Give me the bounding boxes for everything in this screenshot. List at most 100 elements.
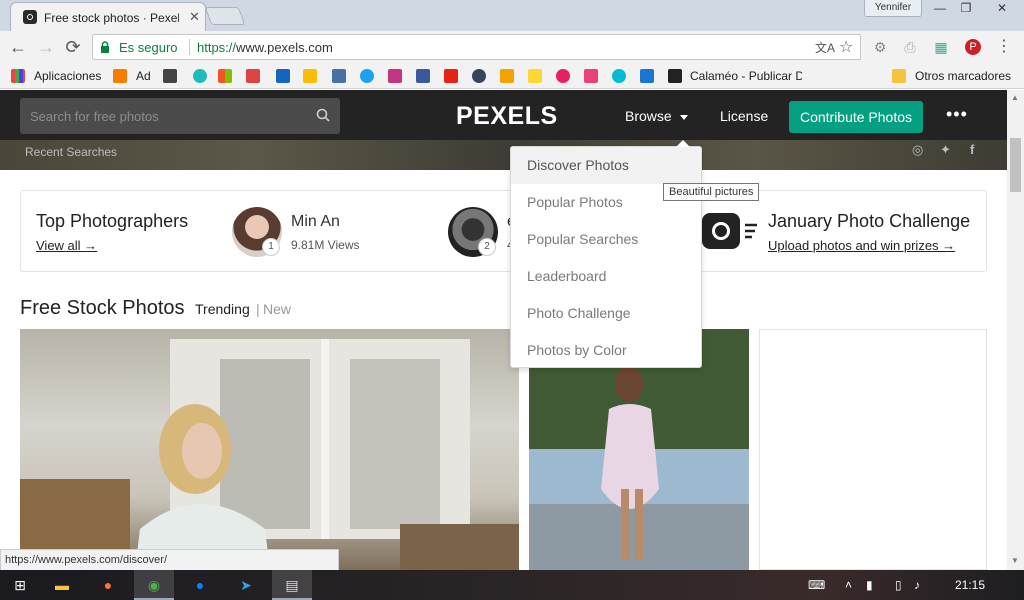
translate-icon[interactable]: 文A: [815, 39, 835, 56]
menu-item-photo-challenge[interactable]: Photo Challenge: [511, 295, 701, 332]
notepad-icon[interactable]: ▤: [272, 570, 312, 600]
chrome-icon[interactable]: ◉: [134, 570, 174, 600]
youtube-icon[interactable]: [444, 69, 458, 83]
scrollbar-thumb[interactable]: [1010, 138, 1021, 192]
license-link[interactable]: License: [720, 108, 768, 124]
address-bar[interactable]: Es seguro https://www.pexels.com 文A ☆: [92, 34, 861, 60]
bookmark-icon-11[interactable]: [640, 69, 654, 83]
browser-tab-active[interactable]: Free stock photos · Pexel ✕: [10, 2, 206, 31]
extension-pdf-icon[interactable]: ⎙: [902, 39, 918, 55]
chevron-down-icon: [679, 114, 688, 120]
forward-icon[interactable]: →: [35, 36, 57, 58]
menu-item-leaderboard[interactable]: Leaderboard: [511, 258, 701, 295]
facebook-icon[interactable]: [416, 69, 430, 83]
messenger-icon[interactable]: ●: [180, 570, 220, 600]
more-menu-icon[interactable]: •••: [946, 104, 968, 125]
window-close-button[interactable]: ✕: [985, 0, 1019, 17]
tab-close-icon[interactable]: ✕: [189, 9, 200, 25]
pinterest-extension-icon[interactable]: P: [965, 39, 981, 55]
microsoft-icon[interactable]: [218, 69, 232, 83]
extension-puzzle-icon[interactable]: ⚙: [872, 39, 888, 55]
photographer-name[interactable]: Min An: [291, 213, 340, 231]
back-icon[interactable]: ←: [7, 36, 29, 58]
bookmark-icon-6[interactable]: [500, 69, 514, 83]
telegram-icon[interactable]: ➤: [226, 570, 266, 600]
pexels-logo[interactable]: PEXELS: [456, 102, 558, 131]
scroll-up-icon[interactable]: ▲: [1011, 93, 1019, 102]
camera-icon: [702, 213, 740, 249]
bookmarks-bar: Aplicaciones Ad Calaméo - Publicar D Otr…: [0, 63, 1024, 89]
bookmark-other[interactable]: Otros marcadores: [915, 69, 1011, 83]
file-explorer-icon[interactable]: ▬: [42, 570, 82, 600]
menu-item-photos-by-color[interactable]: Photos by Color: [511, 332, 701, 369]
photo-card-placeholder[interactable]: [759, 329, 987, 570]
gmail-icon[interactable]: [246, 69, 260, 83]
facebook-social-icon[interactable]: f: [970, 142, 974, 157]
window-minimize-button[interactable]: —: [927, 0, 953, 17]
site-navbar: Search for free photos PEXELS Browse Lic…: [0, 90, 1007, 140]
tab-trending[interactable]: Trending: [195, 301, 250, 317]
photo-card[interactable]: [20, 329, 519, 570]
bookmark-icon-8[interactable]: [556, 69, 570, 83]
bookmark-icon-4[interactable]: [303, 69, 317, 83]
profile-user-badge[interactable]: Yennifer: [864, 0, 922, 17]
view-all-link[interactable]: View all →: [36, 238, 97, 253]
windows-taskbar: ⊞ ▬ ● ◉ ● ➤ ▤ ⌨ ˄ ▮ ▯ ♪ 21:15: [0, 570, 1024, 600]
bookmark-ad[interactable]: Ad: [136, 69, 151, 83]
bookmark-calameo[interactable]: Calaméo - Publicar D: [690, 69, 802, 83]
browse-menu[interactable]: Browse: [625, 108, 688, 124]
bookmark-icon-3[interactable]: [276, 69, 290, 83]
avatar[interactable]: 2: [448, 207, 498, 257]
volume-icon[interactable]: ♪: [914, 578, 920, 592]
windows-start-icon[interactable]: ⊞: [0, 570, 40, 600]
rank-badge: 2: [478, 238, 496, 256]
network-icon[interactable]: ▮: [866, 578, 873, 592]
menu-item-discover-photos[interactable]: Discover Photos: [511, 147, 701, 184]
system-clock[interactable]: 21:15: [955, 578, 985, 592]
window-restore-button[interactable]: ❐: [953, 0, 979, 17]
address-separator: [189, 39, 190, 55]
firefox-icon[interactable]: ●: [88, 570, 128, 600]
battery-icon[interactable]: ▯: [895, 578, 902, 592]
challenge-upload-link[interactable]: Upload photos and win prizes →: [768, 238, 955, 253]
twitter-icon[interactable]: [360, 69, 374, 83]
instagram-social-icon[interactable]: ◎: [912, 142, 923, 158]
photo-woman-window: [20, 339, 519, 570]
calameo-icon[interactable]: [668, 69, 682, 83]
recent-searches[interactable]: Recent Searches: [25, 145, 117, 159]
search-icon[interactable]: [316, 108, 330, 122]
blogger-icon[interactable]: [113, 69, 127, 83]
bookmark-icon-10[interactable]: [612, 69, 626, 83]
apps-grid-icon: [11, 69, 25, 83]
tray-expand-icon[interactable]: ˄: [845, 578, 852, 592]
avatar[interactable]: 1: [232, 207, 282, 257]
extension-image-icon[interactable]: ▦: [933, 39, 949, 55]
bookmark-icon-9[interactable]: [584, 69, 598, 83]
url-text[interactable]: https://www.pexels.com: [197, 40, 333, 55]
new-tab-button[interactable]: [204, 7, 246, 25]
bookmark-apps[interactable]: Aplicaciones: [34, 69, 101, 83]
photographer-views: 9.81M Views: [291, 238, 360, 252]
bookmark-star-icon[interactable]: ☆: [839, 37, 853, 57]
tab-new[interactable]: New: [263, 301, 291, 317]
page-viewport: Search for free photos PEXELS Browse Lic…: [0, 90, 1007, 570]
page-scrollbar[interactable]: ▲ ▼: [1007, 90, 1024, 570]
bookmark-icon-7[interactable]: [528, 69, 542, 83]
browser-menu-icon[interactable]: ⋮: [996, 39, 1012, 55]
menu-item-popular-searches[interactable]: Popular Searches: [511, 221, 701, 258]
bookmark-icon-5[interactable]: [332, 69, 346, 83]
challenge-lines-icon: [745, 223, 757, 239]
browse-label: Browse: [625, 108, 672, 124]
contribute-photos-button[interactable]: Contribute Photos: [789, 101, 923, 133]
keyboard-icon[interactable]: ⌨: [808, 578, 825, 592]
section-title: Free Stock Photos: [20, 297, 185, 319]
scroll-down-icon[interactable]: ▼: [1011, 556, 1019, 565]
tumblr-icon[interactable]: [472, 69, 486, 83]
instagram-icon[interactable]: [388, 69, 402, 83]
search-input[interactable]: Search for free photos: [20, 98, 340, 134]
bookmark-icon-1[interactable]: [163, 69, 177, 83]
reload-icon[interactable]: ⟳: [62, 36, 84, 58]
twitter-social-icon[interactable]: ✦: [940, 142, 951, 158]
url-scheme: https://: [197, 40, 237, 55]
bookmark-icon-2[interactable]: [193, 69, 207, 83]
